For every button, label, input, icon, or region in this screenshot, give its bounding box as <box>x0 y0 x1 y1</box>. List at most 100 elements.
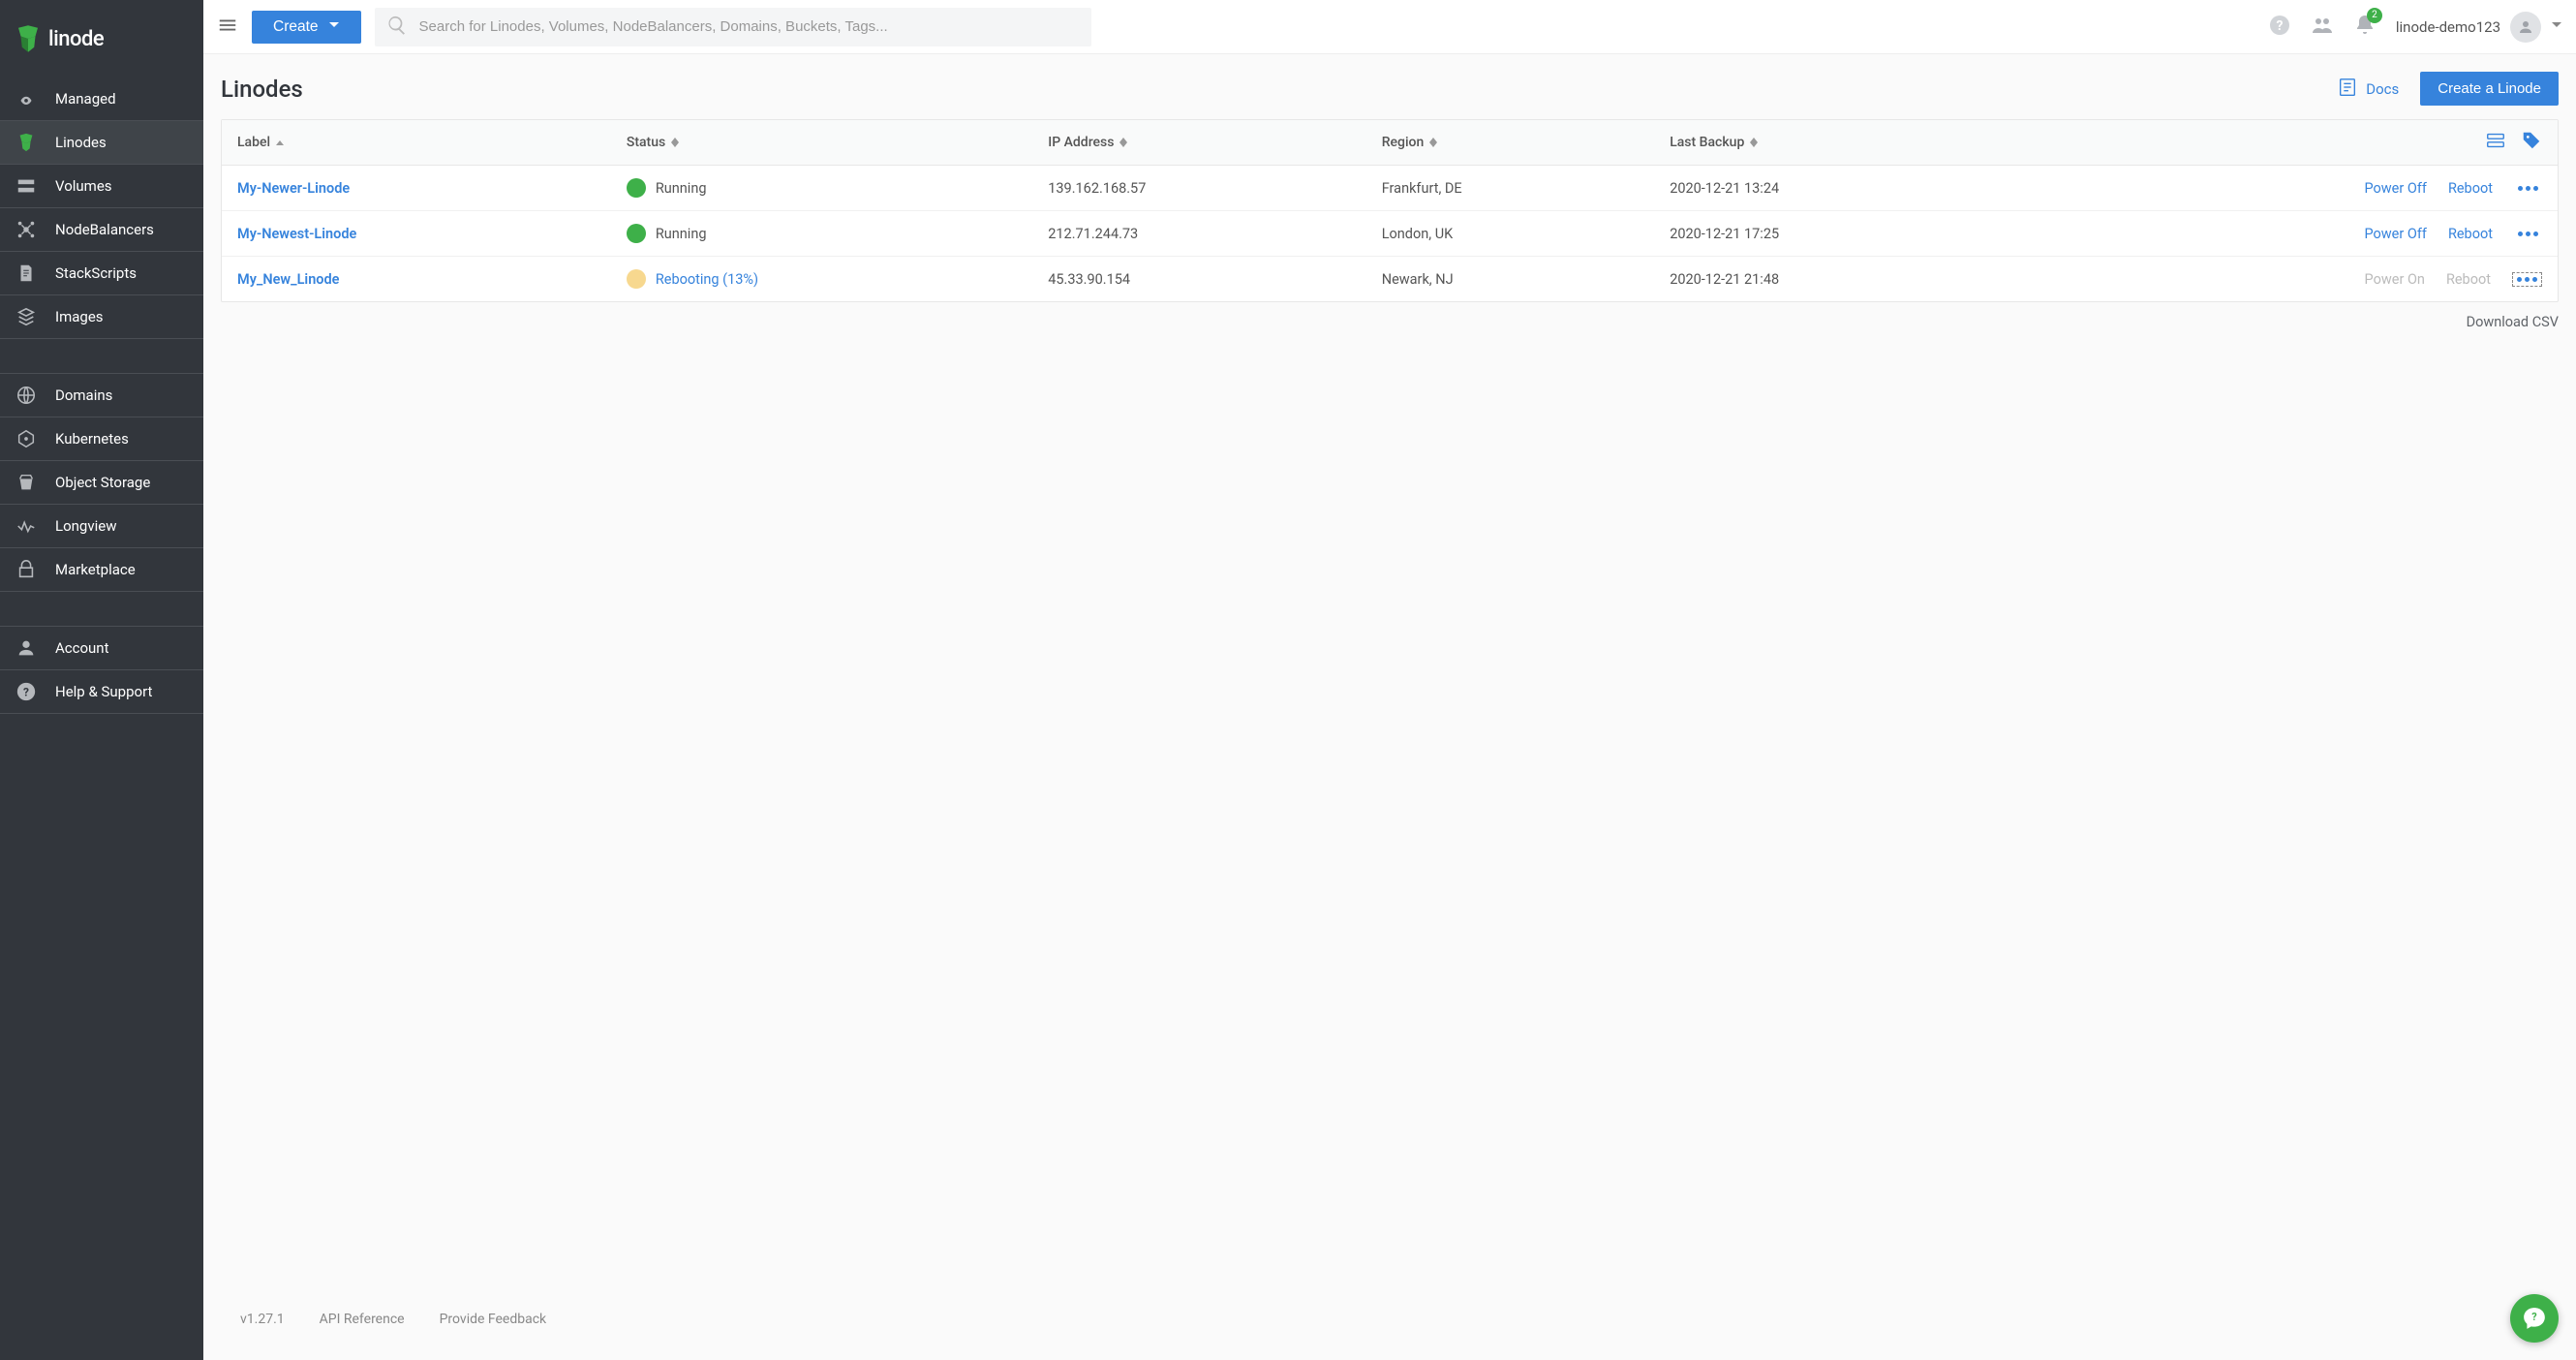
status-dot-icon <box>627 224 646 243</box>
sort-icon <box>1750 138 1758 147</box>
managed-icon <box>15 87 38 110</box>
col-ip[interactable]: IP Address <box>1032 120 1365 166</box>
linodes-table: Label Status IP Address Region Last Back… <box>221 119 2559 302</box>
longview-icon <box>15 514 38 538</box>
create-button[interactable]: Create <box>252 11 361 44</box>
table-row: My_New_LinodeRebooting (13%)45.33.90.154… <box>222 257 2558 302</box>
region: Frankfurt, DE <box>1366 166 1654 211</box>
page-title: Linodes <box>221 76 303 103</box>
col-label[interactable]: Label <box>222 120 611 166</box>
col-region[interactable]: Region <box>1366 120 1654 166</box>
sidebar-item-label: Images <box>55 308 104 325</box>
kubernetes-icon <box>15 427 38 450</box>
linode-icon <box>15 131 38 154</box>
sidebar-item-label: Domains <box>55 386 112 404</box>
sidebar-item-stackscripts[interactable]: StackScripts <box>0 252 203 295</box>
col-backup[interactable]: Last Backup <box>1654 120 2017 166</box>
sidebar-item-label: Longview <box>55 517 116 535</box>
more-actions-icon[interactable] <box>2514 228 2542 240</box>
linode-link[interactable]: My-Newer-Linode <box>237 180 350 197</box>
search-input[interactable] <box>419 18 1080 35</box>
reboot-action: Reboot <box>2446 271 2491 288</box>
marketplace-icon <box>15 558 38 581</box>
notifications-icon[interactable]: 2 <box>2353 14 2377 41</box>
search-bar[interactable] <box>375 8 1091 46</box>
sidebar-item-images[interactable]: Images <box>0 295 203 339</box>
more-actions-icon[interactable] <box>2514 182 2542 195</box>
table-row: My-Newer-LinodeRunning139.162.168.57Fran… <box>222 166 2558 211</box>
create-button-label: Create <box>273 18 319 36</box>
sidebar-item-kubernetes[interactable]: Kubernetes <box>0 417 203 461</box>
sidebar-item-label: Account <box>55 639 109 657</box>
sidebar-item-domains[interactable]: Domains <box>0 374 203 417</box>
help-icon[interactable]: ? <box>2268 14 2291 41</box>
linode-logo-icon <box>14 24 43 53</box>
api-reference-link[interactable]: API Reference <box>320 1312 405 1327</box>
nodebalancers-icon <box>15 218 38 241</box>
search-icon <box>386 15 419 40</box>
download-csv-link[interactable]: Download CSV <box>221 314 2559 330</box>
sort-icon <box>276 140 284 145</box>
svg-text:?: ? <box>2531 1311 2536 1323</box>
sidebar-item-object-storage[interactable]: Object Storage <box>0 461 203 505</box>
region: London, UK <box>1366 211 1654 257</box>
status-dot-icon <box>627 178 646 198</box>
volumes-icon <box>15 174 38 198</box>
sidebar-item-volumes[interactable]: Volumes <box>0 165 203 208</box>
avatar-icon <box>2510 12 2541 43</box>
docs-link[interactable]: Docs <box>2337 77 2399 102</box>
user-menu[interactable]: linode-demo123 <box>2396 12 2562 43</box>
status-text: Rebooting (13%) <box>656 271 758 288</box>
linode-link[interactable]: My-Newest-Linode <box>237 226 356 242</box>
reboot-action[interactable]: Reboot <box>2448 226 2493 242</box>
linode-link[interactable]: My_New_Linode <box>237 271 339 288</box>
docs-icon <box>2337 77 2358 102</box>
list-view-icon[interactable] <box>2485 130 2506 151</box>
create-linode-button[interactable]: Create a Linode <box>2420 72 2559 106</box>
primary-nav: Managed Linodes Volumes NodeBalancers StackS… <box>0 77 203 714</box>
sidebar-item-label: Linodes <box>55 134 107 151</box>
sidebar-item-account[interactable]: Account <box>0 627 203 670</box>
sidebar-item-label: Object Storage <box>55 474 150 491</box>
status-dot-icon <box>627 269 646 289</box>
last-backup: 2020-12-21 13:24 <box>1654 166 2017 211</box>
sidebar-item-label: StackScripts <box>55 264 137 282</box>
sidebar-item-longview[interactable]: Longview <box>0 505 203 548</box>
stackscripts-icon <box>15 262 38 285</box>
svg-text:?: ? <box>23 686 29 699</box>
power-action[interactable]: Power Off <box>2364 180 2426 197</box>
sort-icon <box>1429 138 1437 147</box>
table-row: My-Newest-LinodeRunning212.71.244.73Lond… <box>222 211 2558 257</box>
more-actions-icon[interactable] <box>2512 272 2542 287</box>
sidebar-item-linodes[interactable]: Linodes <box>0 121 203 165</box>
sidebar-item-managed[interactable]: Managed <box>0 77 203 121</box>
sidebar-item-nodebalancers[interactable]: NodeBalancers <box>0 208 203 252</box>
logo[interactable]: linode <box>0 0 203 77</box>
reboot-action[interactable]: Reboot <box>2448 180 2493 197</box>
sidebar-item-label: Volumes <box>55 177 112 195</box>
sidebar-item-label: Managed <box>55 90 116 108</box>
logo-text: linode <box>48 27 104 51</box>
power-action[interactable]: Power Off <box>2364 226 2426 242</box>
region: Newark, NJ <box>1366 257 1654 302</box>
ip-address: 212.71.244.73 <box>1032 211 1365 257</box>
community-icon[interactable] <box>2311 14 2334 41</box>
docs-label: Docs <box>2366 80 2399 98</box>
tag-view-icon[interactable] <box>2521 130 2542 151</box>
sort-icon <box>1119 138 1127 147</box>
last-backup: 2020-12-21 21:48 <box>1654 257 2017 302</box>
version: v1.27.1 <box>240 1312 285 1327</box>
sidebar-item-label: Kubernetes <box>55 430 129 448</box>
sidebar-item-help-support[interactable]: ?Help & Support <box>0 670 203 714</box>
menu-toggle-icon[interactable] <box>217 15 238 40</box>
last-backup: 2020-12-21 17:25 <box>1654 211 2017 257</box>
sidebar-item-label: Marketplace <box>55 561 136 578</box>
col-status[interactable]: Status <box>611 120 1032 166</box>
sidebar-item-marketplace[interactable]: Marketplace <box>0 548 203 592</box>
chat-widget[interactable]: ? <box>2510 1294 2559 1343</box>
sort-icon <box>671 138 679 147</box>
notification-badge: 2 <box>2367 8 2382 23</box>
provide-feedback-link[interactable]: Provide Feedback <box>440 1312 547 1327</box>
help-icon: ? <box>15 680 38 703</box>
status-text: Running <box>656 180 707 197</box>
